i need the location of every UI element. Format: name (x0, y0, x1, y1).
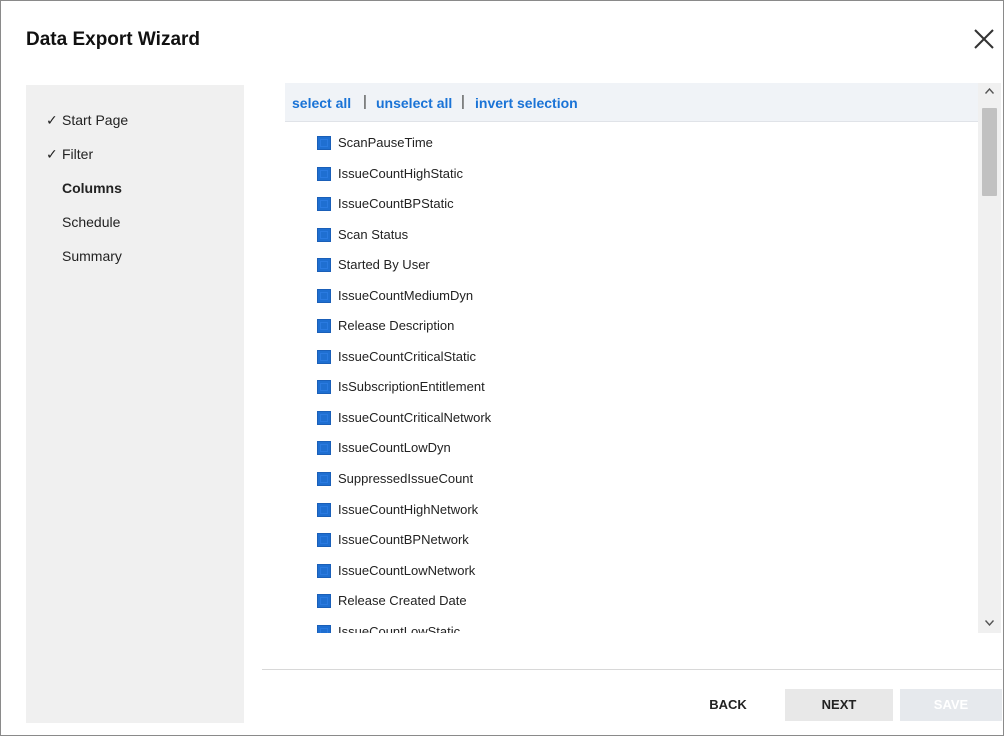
step-label: Schedule (62, 214, 121, 230)
select-all-link[interactable]: select all (292, 95, 351, 111)
column-label: Release Created Date (338, 593, 467, 608)
checkbox-checked[interactable] (317, 258, 331, 272)
checkbox-checked[interactable] (317, 411, 331, 425)
column-label: IssueCountBPStatic (338, 196, 454, 211)
checkbox-checked[interactable] (317, 319, 331, 333)
wizard-steps-sidebar: ✓ Start Page ✓ Filter Columns Schedule S… (26, 85, 244, 723)
chevron-up-icon[interactable] (978, 83, 1001, 101)
step-label: Start Page (62, 112, 129, 128)
export-wizard-dialog: Data Export Wizard ✓ Start Page ✓ Filter… (0, 0, 1004, 736)
column-label: Started By User (338, 257, 430, 272)
column-label: IssueCountMediumDyn (338, 288, 474, 303)
column-label: IssueCountHighStatic (338, 166, 464, 181)
column-label: SuppressedIssueCount (338, 471, 474, 486)
toolbar-separator: | (363, 93, 367, 110)
column-label: IssueCountBPNetwork (338, 532, 469, 547)
step-label: Summary (62, 248, 122, 264)
checkbox-checked[interactable] (317, 136, 331, 150)
checkbox-checked[interactable] (317, 503, 331, 517)
toolbar-separator: | (461, 93, 465, 110)
footer-divider (262, 669, 1002, 670)
checkbox-checked[interactable] (317, 197, 331, 211)
columns-list-scrollbar[interactable] (978, 83, 1001, 633)
check-icon: ✓ (46, 112, 58, 128)
checkbox-checked[interactable] (317, 350, 331, 364)
checkbox-checked[interactable] (317, 533, 331, 547)
checkbox-checked[interactable] (317, 441, 331, 455)
checkbox-checked[interactable] (317, 472, 331, 486)
column-label: Release Description (338, 318, 455, 333)
invert-selection-link[interactable]: invert selection (475, 95, 578, 111)
chevron-down-icon[interactable] (978, 615, 1001, 633)
selection-toolbar: select all | unselect all | invert selec… (285, 83, 978, 122)
column-label: IssueCountCriticalNetwork (338, 410, 492, 425)
column-label: ScanPauseTime (338, 135, 433, 150)
save-button[interactable]: SAVE (900, 689, 1002, 721)
step-label: Columns (62, 180, 122, 196)
column-label: IssueCountLowNetwork (338, 563, 476, 578)
checkbox-checked[interactable] (317, 380, 331, 394)
unselect-all-link[interactable]: unselect all (376, 95, 452, 111)
column-label: IssueCountHighNetwork (338, 502, 479, 517)
check-icon: ✓ (46, 146, 58, 162)
back-button[interactable]: BACK (681, 689, 775, 721)
checkbox-checked[interactable] (317, 228, 331, 242)
scrollbar-thumb[interactable] (982, 108, 997, 196)
column-label: IsSubscriptionEntitlement (338, 379, 485, 394)
dialog-title: Data Export Wizard (26, 29, 201, 50)
close-icon[interactable] (971, 26, 997, 52)
step-label: Filter (62, 146, 94, 162)
columns-list-panel: select all | unselect all | invert selec… (285, 83, 978, 633)
checkbox-checked[interactable] (317, 167, 331, 181)
column-label: IssueCountLowStatic (338, 624, 461, 633)
checkbox-checked[interactable] (317, 594, 331, 608)
column-label: IssueCountCriticalStatic (338, 349, 476, 364)
next-button[interactable]: NEXT (785, 689, 893, 721)
checkbox-checked[interactable] (317, 289, 331, 303)
checkbox-checked[interactable] (317, 564, 331, 578)
checkbox-checked[interactable] (317, 625, 331, 633)
column-label: IssueCountLowDyn (338, 440, 451, 455)
column-label: Scan Status (338, 227, 409, 242)
